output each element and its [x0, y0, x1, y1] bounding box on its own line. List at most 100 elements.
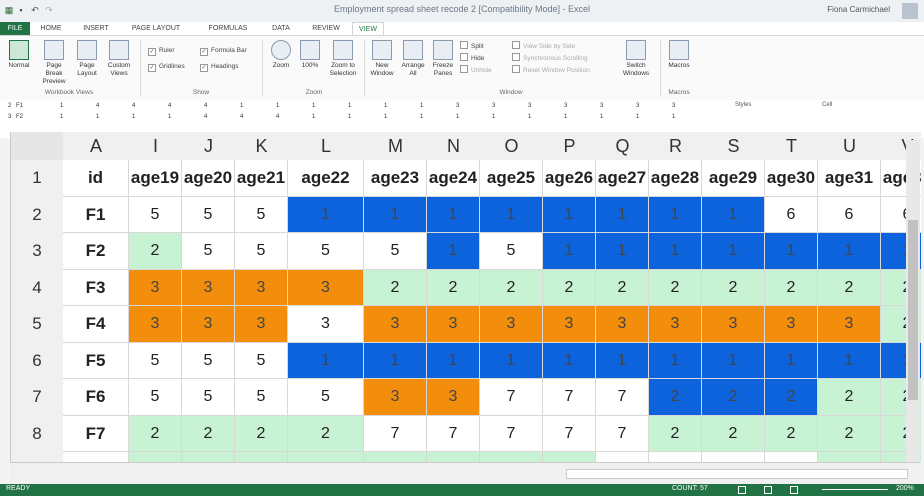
- cell-i8[interactable]: 2: [129, 415, 182, 452]
- column-header-p[interactable]: P: [543, 132, 597, 161]
- cell-n6[interactable]: 1: [427, 342, 480, 379]
- cell-l6[interactable]: 1: [288, 342, 364, 379]
- cell-k2[interactable]: 5: [235, 196, 288, 233]
- cell-r4[interactable]: 2: [649, 269, 702, 306]
- cell-r7[interactable]: 2: [649, 379, 702, 416]
- cell-i7[interactable]: 5: [129, 379, 182, 416]
- row-header-6[interactable]: 6: [11, 342, 64, 380]
- horizontal-scrollbar[interactable]: [566, 469, 908, 479]
- cell-s3[interactable]: 1: [702, 233, 765, 270]
- page-layout-icon[interactable]: [764, 486, 772, 494]
- cell-l1[interactable]: age22: [288, 160, 364, 197]
- cell-p1[interactable]: age26: [543, 160, 596, 197]
- headings-checkbox[interactable]: ✓ Headings: [200, 62, 238, 72]
- normal-view-icon[interactable]: [738, 486, 746, 494]
- hide-button[interactable]: Hide: [460, 53, 484, 63]
- cell-o3[interactable]: 5: [480, 233, 543, 270]
- cell-u6[interactable]: 1: [818, 342, 881, 379]
- row-header-1[interactable]: 1: [11, 160, 64, 198]
- cell-l5[interactable]: 3: [288, 306, 364, 343]
- cell-a7[interactable]: F6: [63, 379, 129, 416]
- cell-j7[interactable]: 5: [182, 379, 235, 416]
- ruler-checkbox[interactable]: ✓ Ruler: [148, 46, 175, 56]
- cell-k5[interactable]: 3: [235, 306, 288, 343]
- cell-t9[interactable]: 7: [765, 452, 818, 462]
- cell-j3[interactable]: 5: [182, 233, 235, 270]
- cell-a6[interactable]: F5: [63, 342, 129, 379]
- cell-k8[interactable]: 2: [235, 415, 288, 452]
- cell-m7[interactable]: 3: [364, 379, 427, 416]
- cell-u2[interactable]: 6: [818, 196, 881, 233]
- cell-n5[interactable]: 3: [427, 306, 480, 343]
- cell-o6[interactable]: 1: [480, 342, 543, 379]
- column-header-q[interactable]: Q: [596, 132, 650, 161]
- cell-s4[interactable]: 2: [702, 269, 765, 306]
- cell-u5[interactable]: 3: [818, 306, 881, 343]
- zoom-100-button[interactable]: 100%: [298, 40, 322, 70]
- cell-r5[interactable]: 3: [649, 306, 702, 343]
- tab-view[interactable]: VIEW: [352, 22, 384, 36]
- cell-t3[interactable]: 1: [765, 233, 818, 270]
- cell-t7[interactable]: 2: [765, 379, 818, 416]
- page-break-icon[interactable]: [790, 486, 798, 494]
- column-header-n[interactable]: N: [427, 132, 481, 161]
- cell-s2[interactable]: 1: [702, 196, 765, 233]
- column-header-r[interactable]: R: [649, 132, 703, 161]
- cell-i5[interactable]: 3: [129, 306, 182, 343]
- cell-a5[interactable]: F4: [63, 306, 129, 343]
- column-header-o[interactable]: O: [480, 132, 544, 161]
- page-break-preview-button[interactable]: Page Break Preview: [38, 40, 70, 86]
- cell-i9[interactable]: 2: [129, 452, 182, 462]
- select-all-corner[interactable]: [11, 132, 64, 161]
- cell-r1[interactable]: age28: [649, 160, 702, 197]
- tab-file[interactable]: FILE: [0, 22, 30, 35]
- cell-l9[interactable]: 2: [288, 452, 364, 462]
- split-button[interactable]: Split: [460, 41, 484, 51]
- cell-a3[interactable]: F2: [63, 233, 129, 270]
- cell-k1[interactable]: age21: [235, 160, 288, 197]
- cell-n1[interactable]: age24: [427, 160, 480, 197]
- new-window-button[interactable]: New Window: [368, 40, 396, 78]
- cell-r2[interactable]: 1: [649, 196, 702, 233]
- cell-n3[interactable]: 1: [427, 233, 480, 270]
- cell-n7[interactable]: 3: [427, 379, 480, 416]
- cell-q4[interactable]: 2: [596, 269, 649, 306]
- tab-review[interactable]: REVIEW: [306, 22, 346, 35]
- cell-p6[interactable]: 1: [543, 342, 596, 379]
- cell-l4[interactable]: 3: [288, 269, 364, 306]
- cell-m5[interactable]: 3: [364, 306, 427, 343]
- cell-j9[interactable]: 2: [182, 452, 235, 462]
- cell-s5[interactable]: 3: [702, 306, 765, 343]
- page-layout-view-button[interactable]: Page Layout: [74, 40, 100, 78]
- cell-p3[interactable]: 1: [543, 233, 596, 270]
- row-header-3[interactable]: 3: [11, 233, 64, 271]
- cell-u9[interactable]: 2: [818, 452, 881, 462]
- cell-o9[interactable]: 2: [480, 452, 543, 462]
- cell-t2[interactable]: 6: [765, 196, 818, 233]
- column-header-a[interactable]: A: [63, 132, 130, 161]
- cell-s7[interactable]: 2: [702, 379, 765, 416]
- tab-formulas[interactable]: FORMULAS: [200, 22, 256, 35]
- cell-i3[interactable]: 2: [129, 233, 182, 270]
- cell-u4[interactable]: 2: [818, 269, 881, 306]
- cell-l3[interactable]: 5: [288, 233, 364, 270]
- normal-view-button[interactable]: Normal: [4, 40, 34, 70]
- cell-j6[interactable]: 5: [182, 342, 235, 379]
- cell-o5[interactable]: 3: [480, 306, 543, 343]
- row-header-4[interactable]: 4: [11, 269, 64, 307]
- row-header-8[interactable]: 8: [11, 415, 64, 453]
- tab-page-layout[interactable]: PAGE LAYOUT: [124, 22, 188, 35]
- cell-p4[interactable]: 2: [543, 269, 596, 306]
- column-header-l[interactable]: L: [288, 132, 365, 161]
- cell-m6[interactable]: 1: [364, 342, 427, 379]
- column-header-t[interactable]: T: [765, 132, 819, 161]
- cell-q3[interactable]: 1: [596, 233, 649, 270]
- cell-i6[interactable]: 5: [129, 342, 182, 379]
- formula-bar-checkbox[interactable]: ✓ Formula Bar: [200, 46, 247, 56]
- cell-a9[interactable]: F8: [63, 452, 129, 462]
- column-header-i[interactable]: I: [129, 132, 183, 161]
- cell-p2[interactable]: 1: [543, 196, 596, 233]
- cell-t5[interactable]: 3: [765, 306, 818, 343]
- column-header-s[interactable]: S: [702, 132, 766, 161]
- cell-m2[interactable]: 1: [364, 196, 427, 233]
